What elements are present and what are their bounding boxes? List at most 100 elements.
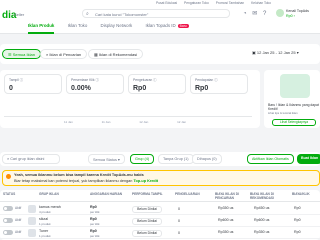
table-header: STATUS GRUP IKLAN ANGGARAN HARIAN PERFOR…: [0, 190, 320, 202]
search-icon: ⌕: [86, 11, 89, 17]
bell-icon[interactable]: ◔: [243, 11, 247, 17]
toplink-pengaturan[interactable]: Pengaturan Toko: [184, 1, 209, 5]
logo-sub: Seller: [14, 12, 25, 17]
toplink-edukasi[interactable]: Pusat Edukasi: [156, 1, 177, 5]
date-selector[interactable]: ▣ 12 Jan 25 - 12 Jan 25 ▾: [252, 50, 299, 55]
budget-unit: per klik: [90, 210, 100, 214]
spend-value: 0: [178, 207, 180, 211]
stats-panel: Tampil ⓘ 0 Persentase Klik ⓘ 0.00% Penge…: [0, 70, 260, 128]
filter-bar: ⌕ Cari grup iklan disini Semua Status ▾ …: [0, 152, 320, 166]
status-label: Aktif: [15, 218, 22, 222]
table-row[interactable]: Aktif sikzal 1 produk Rp0 per klik Belum…: [0, 215, 320, 227]
auto-ads-button[interactable]: Aktifkan Iklan Otomatis: [247, 154, 294, 164]
nav-iklan-produk[interactable]: Iklan Produk: [28, 23, 54, 28]
product-thumbnail: [28, 229, 36, 237]
stat-value: Rp0: [195, 85, 209, 92]
top-bar: dia Seller Pusat Edukasi Pengaturan Toko…: [0, 0, 320, 34]
avatar[interactable]: [276, 9, 284, 17]
filter-paused[interactable]: Dihapus (0): [192, 154, 222, 164]
group-count: 1 produk: [39, 234, 51, 238]
rec-cost: Rp450 us: [254, 206, 270, 210]
search-placeholder[interactable]: Cari kata kunci "Tokomonster": [95, 12, 148, 17]
table-row[interactable]: Aktif Tuner 1 produk Rp0 per klik Belum …: [0, 227, 320, 239]
spend-value: 0: [178, 231, 180, 235]
budget-unit: per klik: [90, 234, 100, 238]
budget-value: Rp0: [90, 217, 97, 221]
search-cost: Rp350 us: [218, 206, 234, 210]
table-row[interactable]: Aktif kamus merah 4 produk Rp0 per klik …: [0, 203, 320, 215]
new-badge: Baru: [177, 24, 189, 28]
status-toggle[interactable]: [3, 206, 13, 211]
col-performa[interactable]: PERFORMA TAMPIL: [132, 192, 163, 197]
status-toggle[interactable]: [3, 230, 13, 235]
col-biaya-klik[interactable]: BIAYA/KLIK: [292, 192, 310, 197]
promo-subtitle: Lihat tips & tutorial iklan: [268, 111, 298, 115]
performance-badge: Belum Dinilai: [132, 206, 162, 213]
search-box[interactable]: ⌕ Cari kata kunci "Tokomonster": [82, 9, 230, 18]
tick-label: 11 Jan: [64, 120, 73, 124]
alert-body: Biar tetap maksimal kan potensi terjual,…: [14, 179, 159, 183]
tab-iklan-pencarian[interactable]: ⌕ Iklan di Pencarian: [40, 49, 88, 59]
spend-value: 0: [178, 219, 180, 223]
chart-baseline: [4, 116, 252, 117]
group-name[interactable]: kamus merah: [39, 205, 61, 209]
cpc-value: Rp0: [294, 206, 301, 210]
tick-label: 11 Jan: [101, 120, 111, 124]
tab-iklan-rekomendasi[interactable]: ▦ Iklan di Rekomendasi: [88, 49, 144, 59]
chevron-down-icon: ▾: [117, 158, 120, 162]
nav-iklan-toko[interactable]: Iklan Toko: [68, 23, 88, 28]
col-grup-iklan[interactable]: GRUP IKLAN: [39, 192, 59, 197]
placement-tabs: ☰ Semua Iklan ⌕ Iklan di Pencarian ▦ Ikl…: [0, 44, 320, 64]
cpc-value: Rp0: [294, 218, 301, 222]
chart-ticks: 11 Jan 11 Jan 12 Jan 12 Jan: [64, 120, 214, 124]
col-biaya-pencarian[interactable]: BIAYA IKLAN DI PENCARIAN: [215, 192, 245, 200]
status-dropdown[interactable]: Semua Status ▾: [88, 154, 125, 164]
budget-value: Rp0: [90, 229, 97, 233]
tab-semua-iklan[interactable]: ☰ Semua Iklan: [2, 49, 41, 59]
rec-cost: Rp350 us: [254, 230, 270, 234]
group-count: 1 produk: [39, 222, 51, 226]
budget-unit: per klik: [90, 222, 100, 226]
group-search-input[interactable]: ⌕ Cari grup iklan disini: [2, 154, 60, 164]
nav-topads-id[interactable]: Iklan Topads ID: [145, 23, 175, 28]
group-name[interactable]: Tuner: [39, 229, 48, 233]
col-anggaran[interactable]: ANGGARAN HARIAN: [90, 192, 122, 197]
tick-label: 12 Jan: [139, 120, 149, 124]
stat-label: Pengeluaran ⓘ: [133, 78, 157, 82]
group-name[interactable]: sikzal: [39, 217, 48, 221]
warning-icon: [6, 174, 11, 179]
promo-button[interactable]: Lihat Selengkapnya: [272, 119, 316, 126]
topup-link[interactable]: Top-up Kredit: [133, 179, 158, 183]
create-ad-button[interactable]: Buat Iklan: [297, 154, 320, 164]
user-info[interactable]: Kenali TopAds Rp0 ›: [286, 9, 309, 19]
performance-badge: Belum Dinilai: [132, 230, 162, 237]
nav-display-network[interactable]: Display Network: [101, 23, 133, 28]
top-links: Pusat Edukasi Pengaturan Toko Promosi Ta…: [156, 1, 277, 5]
status-toggle[interactable]: [3, 218, 13, 223]
col-status[interactable]: STATUS: [3, 192, 15, 197]
group-count: 4 produk: [39, 210, 51, 214]
alert-title: Yeah, semua iklanmu belum bisa tampil ka…: [14, 173, 144, 177]
stat-tampil[interactable]: Tampil ⓘ 0: [4, 74, 62, 94]
stat-persentase-klik[interactable]: Persentase Klik ⓘ 0.00%: [66, 74, 124, 94]
col-pengeluaran[interactable]: PENGELUARAN: [175, 192, 200, 197]
toplink-keluhan[interactable]: Keluhan Toko: [251, 1, 271, 5]
stat-pengeluaran[interactable]: Pengeluaran ⓘ Rp0: [128, 74, 186, 94]
filter-group[interactable]: Grup (4): [130, 154, 155, 164]
budget-value: Rp0: [90, 205, 97, 209]
nav-active-indicator: [28, 32, 54, 34]
stat-label: Tampil ⓘ: [9, 78, 24, 82]
mail-icon[interactable]: ✉: [252, 11, 257, 17]
col-biaya-rekomendasi[interactable]: BIAYA IKLAN DI REKOMENDASI: [250, 192, 284, 200]
filter-no-group[interactable]: Tanpa Grup (1): [158, 154, 194, 164]
stat-pendapatan[interactable]: Pendapatan ⓘ Rp0: [190, 74, 248, 94]
promo-card: Baru ! Iklan & Iklanmu yang dapat Kredit…: [264, 70, 320, 128]
rec-cost: Rp600 us: [254, 218, 270, 222]
main-nav: Iklan Produk Iklan Toko Display Network …: [2, 23, 189, 28]
user-credit: Rp0 ›: [286, 14, 295, 18]
toplink-promosi[interactable]: Promosi Tambahan: [216, 1, 244, 5]
search-cost: Rp350 us: [218, 230, 234, 234]
stat-label: Pendapatan ⓘ: [195, 78, 218, 82]
question-icon[interactable]: ?: [263, 11, 266, 17]
credit-alert: Yeah, semua iklanmu belum bisa tampil ka…: [2, 170, 320, 186]
